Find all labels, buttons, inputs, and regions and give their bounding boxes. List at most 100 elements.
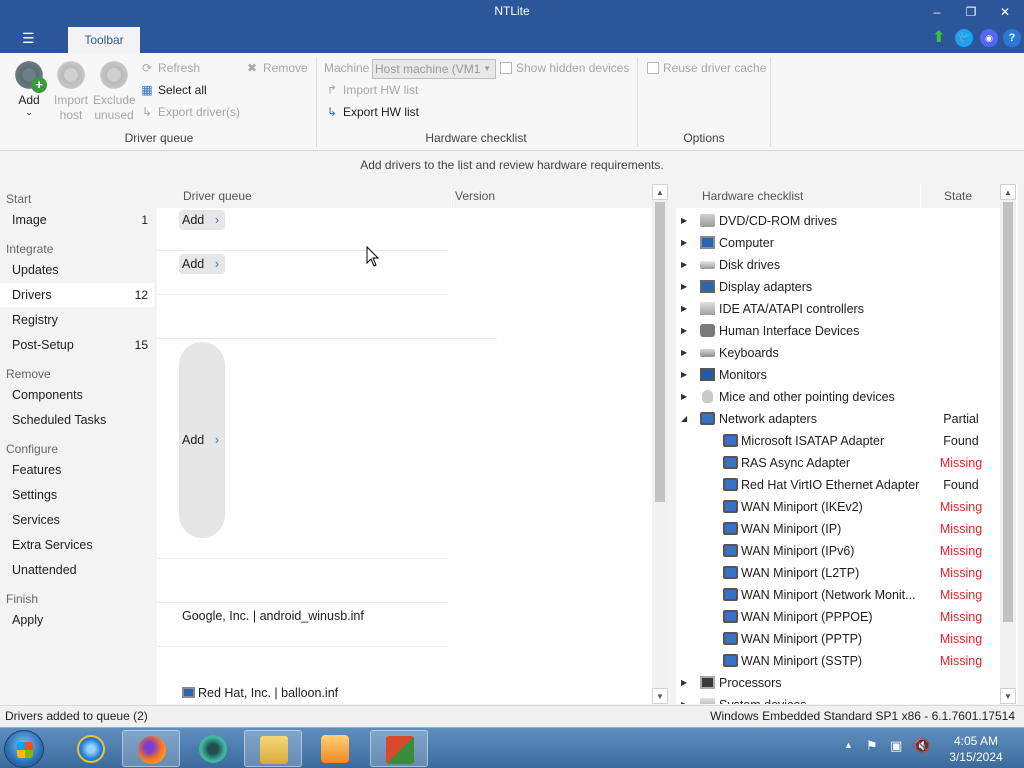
sidebar-item-updates[interactable]: Updates — [0, 258, 154, 282]
twitter-icon[interactable]: 🐦 — [955, 29, 973, 47]
sidebar-item-components[interactable]: Components — [0, 383, 154, 407]
tree-item-adapter[interactable]: WAN Miniport (PPTP) Missing — [676, 628, 1000, 650]
sidebar-item-features[interactable]: Features — [0, 458, 154, 482]
tree-item-disk[interactable]: ▶ Disk drives — [676, 254, 1000, 276]
expand-arrow-icon[interactable]: ▶ — [681, 672, 687, 694]
plus-icon: + — [31, 77, 47, 93]
expand-arrow-icon[interactable]: ▶ — [681, 276, 687, 298]
scrollbar-thumb[interactable] — [655, 202, 665, 502]
scroll-down-arrow-icon[interactable]: ▼ — [652, 688, 668, 704]
hardware-scrollbar[interactable]: ▲ ▼ — [1000, 184, 1016, 704]
expand-arrow-icon[interactable]: ▶ — [681, 364, 687, 386]
remove-button[interactable]: ✖ Remove — [245, 59, 308, 77]
tab-toolbar[interactable]: Toolbar — [68, 27, 140, 53]
menu-icon[interactable]: ☰ — [22, 30, 35, 47]
add-driver-button[interactable]: Add › — [179, 254, 225, 274]
network-icon[interactable]: ▣ — [890, 738, 902, 754]
tree-item-display[interactable]: ▶ Display adapters — [676, 276, 1000, 298]
export-drivers-button[interactable]: ↳ Export driver(s) — [140, 103, 240, 121]
collapse-arrow-icon[interactable]: ◢ — [681, 408, 687, 430]
expand-arrow-icon[interactable]: ▶ — [681, 694, 687, 704]
column-header-state[interactable]: State — [944, 184, 972, 208]
taskbar-app[interactable] — [184, 730, 242, 767]
show-hidden-checkbox[interactable]: Show hidden devices — [500, 59, 629, 77]
taskbar-media-player[interactable] — [306, 730, 364, 767]
sidebar-item-unattended[interactable]: Unattended — [0, 558, 154, 582]
table-row[interactable]: Google, Inc. | android_winusb.inf — [182, 609, 364, 623]
tree-item-adapter[interactable]: WAN Miniport (PPPOE) Missing — [676, 606, 1000, 628]
column-header-hardware[interactable]: Hardware checklist — [702, 184, 803, 208]
expand-arrow-icon[interactable]: ▶ — [681, 254, 687, 276]
scroll-down-arrow-icon[interactable]: ▼ — [1000, 688, 1016, 704]
sidebar-item-services[interactable]: Services — [0, 508, 154, 532]
tree-item-adapter[interactable]: WAN Miniport (Network Monit... Missing — [676, 584, 1000, 606]
taskbar-clock[interactable]: 4:05 AM 3/15/2024 — [940, 733, 1012, 765]
taskbar-explorer[interactable] — [244, 730, 302, 767]
up-arrow-icon[interactable]: ⬆ — [930, 29, 948, 47]
expand-arrow-icon[interactable]: ▶ — [681, 210, 687, 232]
discord-icon[interactable]: ◉ — [980, 29, 998, 47]
scrollbar-thumb[interactable] — [1003, 202, 1013, 622]
tree-item-adapter[interactable]: RAS Async Adapter Missing — [676, 452, 1000, 474]
add-button[interactable]: + Add ⌄ — [8, 59, 50, 117]
driver-queue-scrollbar[interactable]: ▲ ▼ — [652, 184, 668, 704]
tree-item-label: WAN Miniport (IPv6) — [741, 544, 855, 558]
tree-item-keyboards[interactable]: ▶ Keyboards — [676, 342, 1000, 364]
sidebar-item-drivers[interactable]: Drivers 12 — [0, 283, 154, 307]
reuse-cache-checkbox[interactable]: Reuse driver cache — [647, 59, 766, 77]
add-driver-button[interactable]: Add › — [179, 210, 225, 230]
tree-item-computer[interactable]: ▶ Computer — [676, 232, 1000, 254]
tree-item-adapter[interactable]: WAN Miniport (IP) Missing — [676, 518, 1000, 540]
import-hw-button[interactable]: ↱ Import HW list — [325, 81, 418, 99]
tree-item-adapter[interactable]: WAN Miniport (L2TP) Missing — [676, 562, 1000, 584]
expand-arrow-icon[interactable]: ▶ — [681, 298, 687, 320]
sidebar-item-settings[interactable]: Settings — [0, 483, 154, 507]
select-all-button[interactable]: ▦ Select all — [140, 81, 206, 99]
sidebar-item-post-setup[interactable]: Post-Setup 15 — [0, 333, 154, 357]
tree-item-adapter[interactable]: WAN Miniport (IKEv2) Missing — [676, 496, 1000, 518]
tree-item-mice[interactable]: ▶ Mice and other pointing devices — [676, 386, 1000, 408]
tree-item-dvd[interactable]: ▶ DVD/CD-ROM drives — [676, 210, 1000, 232]
expand-arrow-icon[interactable]: ▶ — [681, 320, 687, 342]
refresh-button[interactable]: ⟳ Refresh — [140, 59, 200, 77]
expand-arrow-icon[interactable]: ▶ — [681, 232, 687, 254]
export-hw-button[interactable]: ↳ Export HW list — [325, 103, 419, 121]
column-header-driver-queue[interactable]: Driver queue — [183, 184, 252, 208]
tree-item-adapter[interactable]: Red Hat VirtIO Ethernet Adapter Found — [676, 474, 1000, 496]
sidebar-item-apply[interactable]: Apply — [0, 608, 154, 632]
help-icon[interactable]: ? — [1003, 29, 1021, 47]
taskbar-ie[interactable] — [62, 730, 120, 767]
tree-item-adapter[interactable]: Microsoft ISATAP Adapter Found — [676, 430, 1000, 452]
volume-muted-icon[interactable]: 🔇 — [914, 738, 930, 754]
sidebar-item-scheduled-tasks[interactable]: Scheduled Tasks — [0, 408, 154, 432]
add-driver-button[interactable]: Add › — [179, 342, 225, 538]
sidebar-item-image[interactable]: Image 1 — [0, 208, 154, 232]
machine-select[interactable]: Host machine (VM1 ▼ — [372, 59, 496, 79]
tree-item-ide[interactable]: ▶ IDE ATA/ATAPI controllers — [676, 298, 1000, 320]
scroll-up-arrow-icon[interactable]: ▲ — [652, 184, 668, 200]
taskbar-firefox[interactable] — [122, 730, 180, 767]
column-header-version[interactable]: Version — [455, 184, 495, 208]
scroll-up-arrow-icon[interactable]: ▲ — [1000, 184, 1016, 200]
import-host-button[interactable]: Import host — [50, 59, 92, 123]
show-hidden-icons-icon[interactable]: ▲ — [844, 740, 853, 750]
tree-item-adapter[interactable]: WAN Miniport (IPv6) Missing — [676, 540, 1000, 562]
tree-item-monitors[interactable]: ▶ Monitors — [676, 364, 1000, 386]
tree-item-hid[interactable]: ▶ Human Interface Devices — [676, 320, 1000, 342]
minimize-button[interactable]: – — [920, 2, 954, 22]
table-row[interactable]: Red Hat, Inc. | balloon.inf — [182, 686, 338, 700]
close-button[interactable]: ✕ — [988, 2, 1022, 22]
action-center-flag-icon[interactable]: ⚑ — [866, 738, 878, 754]
start-button[interactable] — [4, 730, 44, 768]
sidebar-item-registry[interactable]: Registry — [0, 308, 154, 332]
tree-item-system-devices[interactable]: ▶ System devices — [676, 694, 1000, 704]
expand-arrow-icon[interactable]: ▶ — [681, 342, 687, 364]
sidebar-item-extra-services[interactable]: Extra Services — [0, 533, 154, 557]
tree-item-network[interactable]: ◢ Network adapters Partial — [676, 408, 1000, 430]
expand-arrow-icon[interactable]: ▶ — [681, 386, 687, 408]
taskbar-ntlite[interactable] — [370, 730, 428, 767]
maximize-button[interactable]: ❐ — [954, 2, 988, 22]
tree-item-adapter[interactable]: WAN Miniport (SSTP) Missing — [676, 650, 1000, 672]
tree-item-processors[interactable]: ▶ Processors — [676, 672, 1000, 694]
exclude-unused-button[interactable]: Exclude unused — [93, 59, 136, 123]
